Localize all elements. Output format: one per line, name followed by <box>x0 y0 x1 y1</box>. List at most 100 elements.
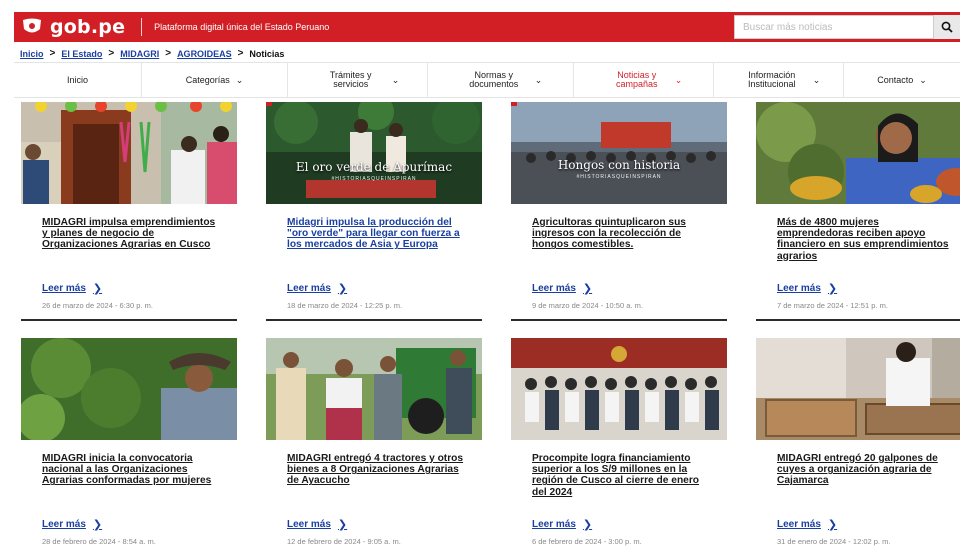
card-divider <box>266 319 482 321</box>
chevron-right-icon: ❯ <box>582 519 593 531</box>
news-card: Hongos con historia #HISTORIASQUEINSPIRA… <box>511 102 727 322</box>
breadcrumb-link-inicio[interactable]: Inicio <box>20 49 44 59</box>
news-image[interactable]: Hongos con historia #HISTORIASQUEINSPIRA… <box>511 102 727 204</box>
news-image[interactable] <box>756 102 960 204</box>
read-more-link[interactable]: Leer más ❯ <box>777 518 837 531</box>
news-image[interactable] <box>266 338 482 440</box>
read-more-link[interactable]: Leer más ❯ <box>777 282 837 295</box>
news-title-link[interactable]: MIDAGRI impulsa emprendimientos y planes… <box>21 217 237 251</box>
news-title-link[interactable]: MIDAGRI entregó 20 galpones de cuyes a o… <box>756 453 960 487</box>
news-date: 7 de marzo de 2024 - 12:51 p. m. <box>777 301 888 310</box>
breadcrumb-separator: > <box>49 48 56 59</box>
search-button[interactable] <box>934 15 960 39</box>
nav-item-inicio[interactable]: Inicio <box>14 63 142 97</box>
news-card: MIDAGRI entregó 4 tractores y otros bien… <box>266 338 482 548</box>
news-date: 18 de marzo de 2024 - 12:25 p. m. <box>287 301 403 310</box>
breadcrumb-current: Noticias <box>249 48 285 59</box>
chevron-right-icon: ❯ <box>92 283 103 295</box>
read-more-link[interactable]: Leer más ❯ <box>532 282 592 295</box>
breadcrumb: Inicio > El Estado > MIDAGRI > AGROIDEAS… <box>20 48 284 59</box>
news-title-link[interactable]: Procompite logra financiamiento superior… <box>511 453 727 498</box>
nav-item-contacto[interactable]: Contacto ⌄ <box>844 63 960 97</box>
news-image[interactable] <box>511 338 727 440</box>
breadcrumb-separator: > <box>108 48 115 59</box>
chevron-right-icon: ❯ <box>582 283 593 295</box>
chevron-down-icon: ⌄ <box>534 74 543 85</box>
news-image[interactable]: El oro verde de Apurímac #HISTORIASQUEIN… <box>266 102 482 204</box>
peru-shield-icon <box>23 18 41 33</box>
chevron-down-icon: ⌄ <box>235 74 244 85</box>
nav-item-informacion[interactable]: Información Institucional ⌄ <box>714 63 844 97</box>
search-icon <box>941 21 953 33</box>
gobpe-logo[interactable]: gob.pe <box>14 12 125 42</box>
read-more-label: Leer más <box>532 519 576 530</box>
news-date: 28 de febrero de 2024 - 8:54 a. m. <box>42 537 156 546</box>
image-overlay-hashtag: #HISTORIASQUEINSPIRAN <box>576 174 662 180</box>
image-overlay-hashtag: #HISTORIASQUEINSPIRAN <box>331 176 417 182</box>
news-title-link[interactable]: Midagri impulsa la producción del "oro v… <box>266 217 482 251</box>
read-more-link[interactable]: Leer más ❯ <box>287 518 347 531</box>
logo-text: gob.pe <box>50 16 126 38</box>
news-card: MIDAGRI impulsa emprendimientos y planes… <box>21 102 237 322</box>
read-more-link[interactable]: Leer más ❯ <box>287 282 347 295</box>
news-title-link[interactable]: Agricultoras quintuplicaron sus ingresos… <box>511 217 727 251</box>
read-more-link[interactable]: Leer más ❯ <box>42 282 102 295</box>
news-card: Más de 4800 mujeres emprendedoras recibe… <box>756 102 960 322</box>
chevron-down-icon: ⌄ <box>391 74 400 85</box>
chevron-down-icon: ⌄ <box>919 74 927 85</box>
news-card: El oro verde de Apurímac #HISTORIASQUEIN… <box>266 102 482 322</box>
breadcrumb-separator: > <box>237 48 244 59</box>
nav-label: Noticias y campañas <box>615 70 658 89</box>
top-header-bar: gob.pe Plataforma digital única del Esta… <box>14 12 960 42</box>
nav-item-normas[interactable]: Normas y documentos ⌄ <box>428 63 574 97</box>
news-image[interactable] <box>21 102 237 204</box>
chevron-right-icon: ❯ <box>827 283 838 295</box>
news-card: MIDAGRI inicia la convocatoria nacional … <box>21 338 237 548</box>
chevron-right-icon: ❯ <box>337 519 348 531</box>
main-nav: Inicio Categorías ⌄ Trámites y servicios ⌄… <box>14 62 960 98</box>
read-more-label: Leer más <box>777 283 821 294</box>
read-more-label: Leer más <box>532 283 576 294</box>
image-overlay-title: El oro verde de Apurímac <box>295 160 453 174</box>
nav-item-tramites[interactable]: Trámites y servicios ⌄ <box>288 63 428 97</box>
read-more-link[interactable]: Leer más ❯ <box>42 518 102 531</box>
chevron-down-icon: ⌄ <box>812 74 821 85</box>
news-title-link[interactable]: MIDAGRI entregó 4 tractores y otros bien… <box>266 453 482 487</box>
news-date: 9 de marzo de 2024 - 10:50 a. m. <box>532 301 643 310</box>
read-more-label: Leer más <box>42 519 86 530</box>
header-divider <box>141 18 143 36</box>
header-tagline: Plataforma digital única del Estado Peru… <box>154 22 330 32</box>
news-date: 31 de enero de 2024 - 12:02 p. m. <box>777 537 891 546</box>
card-divider <box>21 319 237 321</box>
news-card: MIDAGRI entregó 20 galpones de cuyes a o… <box>756 338 960 548</box>
nav-label: Normas y documentos <box>469 70 519 89</box>
chevron-right-icon: ❯ <box>337 283 348 295</box>
news-image[interactable] <box>21 338 237 440</box>
card-divider <box>511 319 727 321</box>
search-input[interactable]: Buscar más noticias <box>734 15 934 39</box>
nav-item-categorias[interactable]: Categorías ⌄ <box>142 63 288 97</box>
news-image[interactable] <box>756 338 960 440</box>
read-more-label: Leer más <box>777 519 821 530</box>
chevron-down-icon: ⌄ <box>674 74 683 85</box>
read-more-link[interactable]: Leer más ❯ <box>532 518 592 531</box>
card-divider <box>756 319 960 321</box>
news-title-link[interactable]: Más de 4800 mujeres emprendedoras recibe… <box>756 217 960 262</box>
news-date: 12 de febrero de 2024 - 9:05 a. m. <box>287 537 401 546</box>
image-overlay-title: Hongos con historia <box>557 158 681 172</box>
nav-label: Trámites y servicios <box>329 70 372 89</box>
nav-label: Contacto <box>877 74 914 85</box>
nav-label: Inicio <box>66 74 88 85</box>
read-more-label: Leer más <box>287 283 331 294</box>
breadcrumb-link-agroideas[interactable]: AGROIDEAS <box>177 49 232 59</box>
breadcrumb-link-el-estado[interactable]: El Estado <box>61 49 102 59</box>
news-date: 26 de marzo de 2024 - 6:30 p. m. <box>42 301 153 310</box>
chevron-right-icon: ❯ <box>827 519 838 531</box>
nav-label: Información Institucional <box>747 70 796 89</box>
breadcrumb-link-midagri[interactable]: MIDAGRI <box>120 49 159 59</box>
read-more-label: Leer más <box>287 519 331 530</box>
news-title-link[interactable]: MIDAGRI inicia la convocatoria nacional … <box>21 453 237 487</box>
breadcrumb-separator: > <box>165 48 172 59</box>
nav-item-noticias[interactable]: Noticias y campañas ⌄ <box>574 63 714 97</box>
chevron-right-icon: ❯ <box>92 519 103 531</box>
